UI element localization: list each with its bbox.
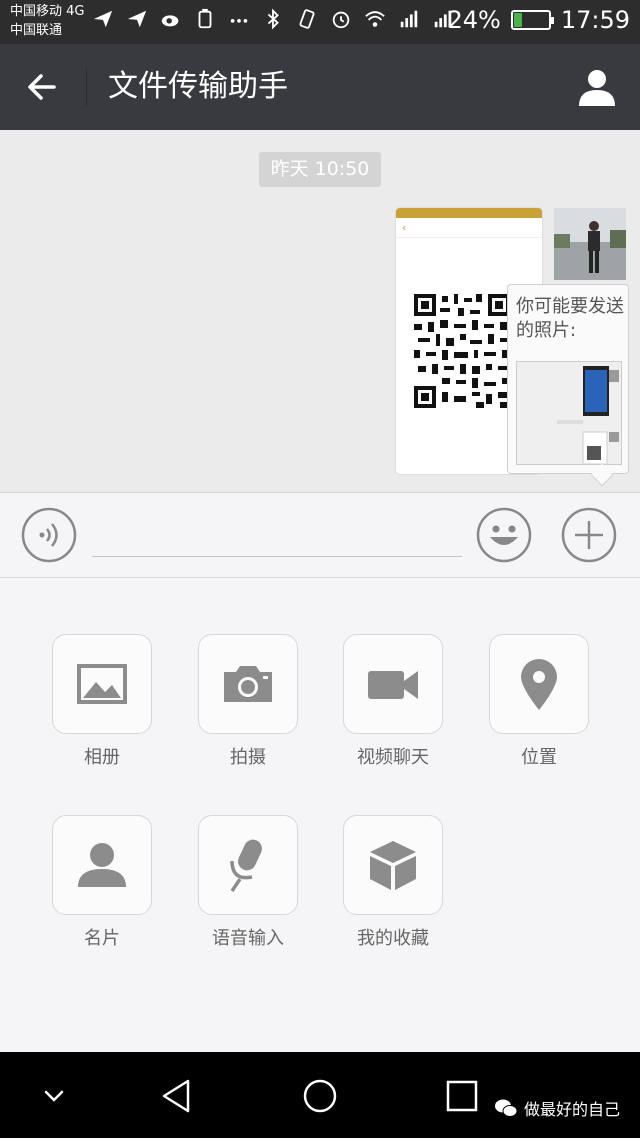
weibo-icon [161,15,179,27]
suggested-photo-thumbnail[interactable] [516,361,622,465]
back-arrow-icon[interactable] [22,67,62,107]
bluetooth-icon [267,8,279,30]
location-tile[interactable] [489,634,589,734]
camera-icon [224,666,272,702]
battery-percent: 24% [447,6,501,34]
panel-item-label: 相册 [84,747,120,768]
vibrate-icon [299,9,315,29]
input-bar [0,492,640,578]
panel-item-label: 语音输入 [212,928,284,949]
wechat-icon [494,1099,518,1117]
panel-item-album[interactable]: 相册 [52,634,152,769]
wifi-icon [365,11,385,27]
alarm-icon [332,11,350,29]
carrier-1: 中国移动 4G [10,4,85,19]
contact-card-icon [78,843,126,887]
page-title: 文件传输助手 [108,69,288,104]
more-icon [230,19,248,23]
carrier-info: 中国移动 4G 中国联通 [10,2,84,40]
panel-item-label: 位置 [521,747,557,768]
panel-item-label: 名片 [84,928,120,949]
screenshot-thumbnail-icon [517,362,621,464]
carrier-2: 中国联通 [10,23,63,38]
panel-item-label: 拍摄 [230,747,266,768]
send-icon [127,10,147,28]
panel-item-location[interactable]: 位置 [489,634,589,769]
panel-item-voice-input[interactable]: 语音输入 [198,815,298,950]
system-nav-bar: 做最好的自己 [0,1052,640,1138]
watermark: 做最好的自己 [494,1096,620,1120]
qr-code-icon [414,294,510,408]
suggested-photo-label: 你可能要发送的照片: [516,296,624,341]
nav-back-icon[interactable] [158,1076,198,1116]
favorites-box-icon [370,841,416,890]
image-hint-line: ​ [396,256,542,265]
battery-saver-icon [198,8,212,29]
image-status-bar [396,208,542,218]
camera-tile[interactable] [198,634,298,734]
panel-item-contact-card[interactable]: 名片 [52,815,152,950]
contact-card-tile[interactable] [52,815,152,915]
video-icon [368,671,418,699]
watermark-text: 做最好的自己 [523,1100,620,1119]
chevron-down-icon[interactable] [34,1076,74,1116]
battery-fill [513,13,523,27]
suggested-photo-popup[interactable]: 你可能要发送的照片: [507,284,629,474]
nav-recents-icon[interactable] [442,1076,482,1116]
status-right: 24% 17:59 [447,6,630,34]
nav-home-icon[interactable] [300,1076,340,1116]
message-timestamp: 昨天 10:50 [259,152,381,187]
chat-area: 昨天 10:50 ‹ ​ [0,130,640,492]
title-bar: 文件传输助手 [0,44,640,130]
panel-item-camera[interactable]: 拍摄 [198,634,298,769]
message-input[interactable] [92,511,462,557]
album-tile[interactable] [52,634,152,734]
location-icon [521,659,557,710]
album-icon [77,664,127,704]
microphone-icon [230,839,262,892]
panel-item-video-chat[interactable]: 视频聊天 [343,634,443,769]
send-icon [93,10,113,28]
battery-icon [510,10,554,30]
signal-icon [400,10,418,28]
voice-input-tile[interactable] [198,815,298,915]
video-tile[interactable] [343,634,443,734]
clock: 17:59 [560,6,630,34]
person-icon [554,208,626,280]
function-panel: 相册 拍摄 视频聊天 位置 名片 语音输入 我的收藏 [0,578,640,1052]
profile-icon[interactable] [576,66,618,108]
favorites-tile[interactable] [343,815,443,915]
person-photo-thumbnail[interactable] [554,208,626,280]
notification-icons [92,8,454,30]
image-nav: ‹ [396,218,542,238]
title-divider [86,68,87,106]
panel-item-favorites[interactable]: 我的收藏 [343,815,443,950]
voice-input-button[interactable] [21,507,77,563]
panel-item-label: 视频聊天 [357,747,429,768]
panel-item-label: 我的收藏 [357,928,429,949]
status-bar: 中国移动 4G 中国联通 24% 17:59 [0,0,640,44]
emoji-button[interactable] [476,507,532,563]
more-functions-button[interactable] [561,507,617,563]
